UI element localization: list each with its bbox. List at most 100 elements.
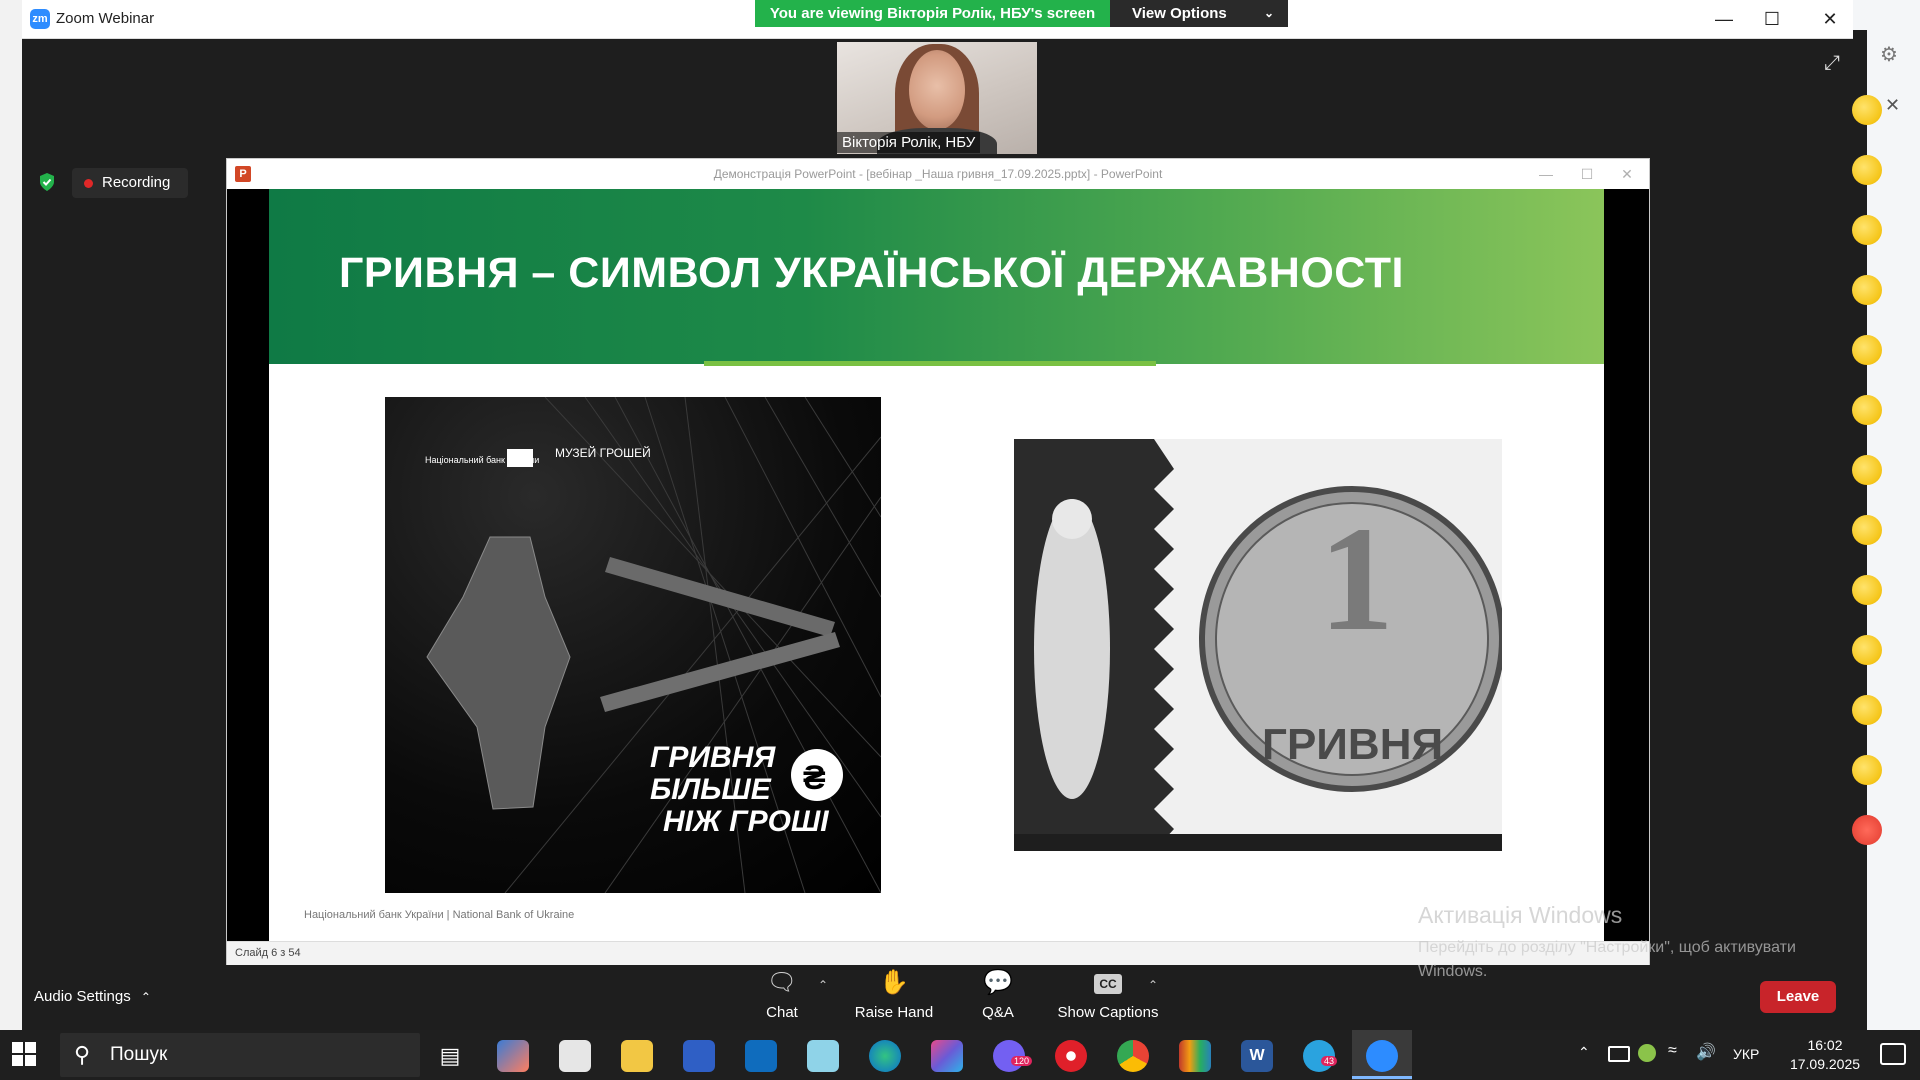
volume-icon[interactable]: 🔊	[1696, 1042, 1716, 1062]
view-options-button[interactable]: View Options ⌄	[1110, 0, 1288, 27]
powerpoint-title: Демонстрація PowerPoint - [вебінар _Наша…	[713, 167, 1163, 181]
qa-button[interactable]: 💬 Q&A	[938, 968, 1058, 1028]
chrome-icon[interactable]	[1117, 1040, 1149, 1072]
panel-close-icon[interactable]: ✕	[1885, 95, 1900, 116]
raise-hand-button[interactable]: ✋ Raise Hand	[834, 968, 954, 1028]
zoom-webinar-window: zm Zoom Webinar — ☐ ✕ You are viewing Ві…	[22, 0, 1853, 1030]
chevron-down-icon: ⌄	[1263, 6, 1274, 20]
search-placeholder: Пошук	[110, 1044, 168, 1065]
file-explorer-icon[interactable]	[621, 1040, 653, 1072]
shield-icon[interactable]	[38, 172, 56, 192]
windows-start-icon[interactable]	[12, 1042, 38, 1068]
emoji-reaction-icon	[1852, 455, 1882, 485]
poster-image: Національний банк України МУЗЕЙ ГРОШЕЙ Г…	[385, 397, 881, 893]
participant-name: Вікторія Ролік, НБУ	[837, 132, 981, 153]
emoji-reaction-icon	[1852, 575, 1882, 605]
hryvnia-sign-icon: ₴	[803, 759, 826, 797]
taskbar-clock[interactable]: 16:02 17.09.2025	[1780, 1036, 1870, 1074]
copilot-icon[interactable]	[497, 1040, 529, 1072]
notification-icon[interactable]	[1880, 1043, 1906, 1065]
recording-indicator[interactable]: Recording	[72, 168, 188, 198]
telegram-badge: 43	[1321, 1056, 1338, 1066]
coin-image: 1 ГРИВНЯ	[1014, 439, 1502, 851]
slide: ГРИВНЯ – СИМВОЛ УКРАЇНСЬКОЇ ДЕРЖАВНОСТІ	[269, 189, 1604, 941]
search-icon: ⚲	[74, 1042, 91, 1067]
qa-icon: 💬	[983, 969, 1013, 996]
background-app-strip-left	[0, 0, 22, 1030]
heart-reaction-icon	[1852, 815, 1882, 845]
opera-icon[interactable]	[1055, 1040, 1087, 1072]
tray-overflow-icon[interactable]: ⌃	[1578, 1044, 1590, 1061]
slide-title: ГРИВНЯ – СИМВОЛ УКРАЇНСЬКОЇ ДЕРЖАВНОСТІ	[339, 249, 1404, 297]
ppt-close-icon[interactable]: ✕	[1607, 163, 1647, 185]
edge-icon[interactable]	[869, 1040, 901, 1072]
poster-line-3: НІЖ ГРОШІ	[663, 805, 829, 838]
outlook-icon[interactable]	[745, 1040, 777, 1072]
ppt-maximize-icon[interactable]: ☐	[1567, 163, 1607, 185]
winrar-icon[interactable]	[1179, 1040, 1211, 1072]
powerpoint-window: P Демонстрація PowerPoint - [вебінар _На…	[226, 158, 1650, 965]
ppt-minimize-icon[interactable]: —	[1526, 163, 1566, 185]
view-options-label: View Options	[1132, 5, 1227, 22]
coin-denomination: 1	[1319, 496, 1394, 662]
audio-settings-label: Audio Settings	[34, 988, 131, 1005]
emoji-reaction-icon	[1852, 215, 1882, 245]
maximize-icon[interactable]: ☐	[1743, 0, 1801, 38]
leave-button[interactable]: Leave	[1760, 981, 1836, 1013]
word-icon[interactable]: W	[1241, 1040, 1273, 1072]
viber-badge: 120	[1011, 1056, 1033, 1066]
audio-settings-button[interactable]: Audio Settings ⌃	[34, 988, 151, 1005]
windows-taskbar: ⚲ Пошук ▤ 120 W 43 ⌃ ≈ 🔊 УКР 16:02 17.09…	[0, 1030, 1920, 1080]
viber-icon[interactable]: 120	[993, 1040, 1033, 1072]
recording-dot-icon	[84, 179, 93, 188]
poster-rays: Національний банк України МУЗЕЙ ГРОШЕЙ Г…	[425, 397, 881, 893]
emoji-reaction-icon	[1852, 155, 1882, 185]
participant-video[interactable]: Вікторія Ролік, НБУ	[837, 42, 1037, 154]
activation-watermark-title: Активація Windows	[1418, 902, 1623, 928]
microsoft-store-icon[interactable]	[559, 1040, 591, 1072]
slide-footer: Національний банк України | National Ban…	[304, 909, 575, 921]
coin-word: ГРИВНЯ	[1262, 720, 1443, 769]
task-view-icon[interactable]: ▤	[434, 1040, 466, 1072]
slide-header: ГРИВНЯ – СИМВОЛ УКРАЇНСЬКОЇ ДЕРЖАВНОСТІ	[269, 189, 1604, 364]
clock-time: 16:02	[1807, 1037, 1843, 1053]
emoji-reaction-icon	[1852, 335, 1882, 365]
poster-line-2: БІЛЬШЕ	[650, 773, 772, 806]
emoji-reaction-icon	[1852, 395, 1882, 425]
emoji-reaction-icon	[1852, 635, 1882, 665]
telegram-icon[interactable]: 43	[1303, 1040, 1338, 1072]
captions-options-caret-icon[interactable]: ⌃	[1148, 978, 1158, 992]
input-language[interactable]: УКР	[1733, 1046, 1759, 1062]
recording-label: Recording	[102, 174, 171, 191]
save-app-icon[interactable]	[683, 1040, 715, 1072]
qa-label: Q&A	[982, 1004, 1014, 1021]
emoji-reaction-icon	[1852, 95, 1882, 125]
chat-button[interactable]: 🗨 Chat	[722, 968, 842, 1028]
video-person-face	[909, 50, 965, 130]
chevron-up-icon: ⌃	[140, 990, 151, 1004]
security-tray-icon[interactable]	[1638, 1044, 1656, 1062]
active-app-indicator	[1352, 1076, 1412, 1079]
chat-options-caret-icon[interactable]: ⌃	[818, 978, 828, 992]
zoom-taskbar-item[interactable]	[1352, 1030, 1412, 1080]
show-captions-label: Show Captions	[1057, 1004, 1159, 1021]
battery-icon[interactable]	[1608, 1046, 1630, 1062]
gear-icon[interactable]: ⚙	[1880, 42, 1898, 67]
expand-icon[interactable]: ⤢	[1824, 52, 1840, 75]
emoji-reaction-icon	[1852, 275, 1882, 305]
cc-icon: CC	[1094, 973, 1122, 994]
show-captions-button[interactable]: CC Show Captions	[1048, 968, 1168, 1028]
emoji-reaction-icon	[1852, 695, 1882, 725]
emoji-reaction-icon	[1852, 755, 1882, 785]
window-title: Zoom Webinar	[56, 10, 155, 27]
close-icon[interactable]: ✕	[1801, 0, 1859, 38]
notes-app-icon[interactable]	[807, 1040, 839, 1072]
taskbar-search-box[interactable]: ⚲ Пошук	[60, 1033, 420, 1077]
coin-illustration: 1 ГРИВНЯ	[1014, 439, 1502, 851]
microsoft-365-icon[interactable]	[931, 1040, 963, 1072]
clock-date: 17.09.2025	[1789, 1056, 1861, 1072]
powerpoint-title-bar: P Демонстрація PowerPoint - [вебінар _На…	[227, 159, 1649, 189]
viewing-screen-banner: You are viewing Вікторія Ролік, НБУ's sc…	[755, 0, 1110, 27]
raise-hand-icon: ✋	[879, 969, 909, 996]
wifi-icon[interactable]: ≈	[1668, 1042, 1677, 1060]
